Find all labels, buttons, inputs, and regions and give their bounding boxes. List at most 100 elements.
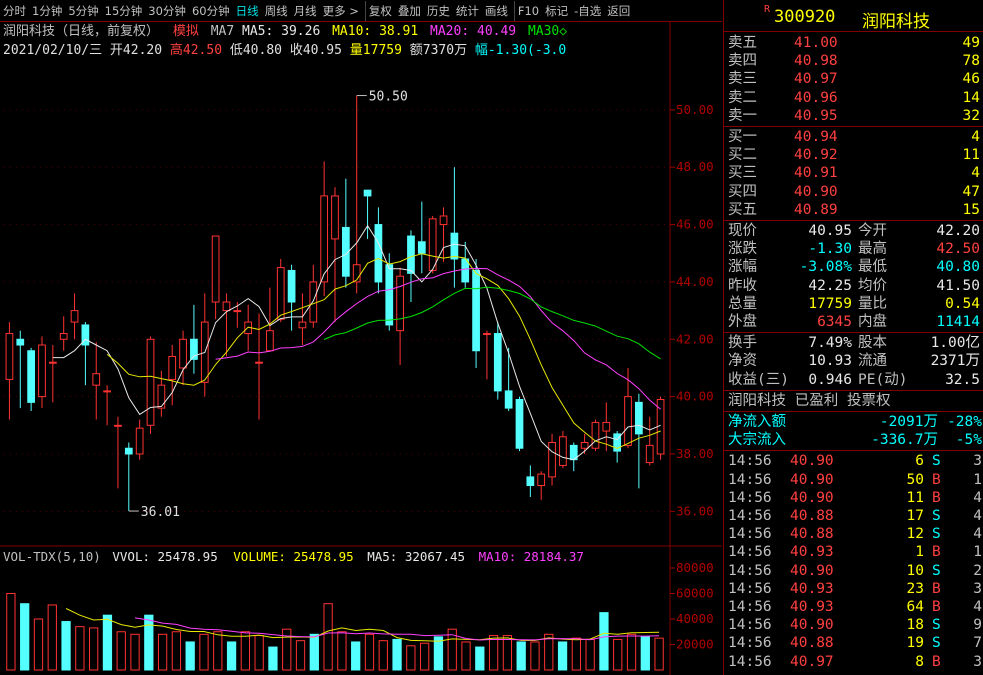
candle-body bbox=[233, 310, 242, 313]
volume-info-line: VOL-TDX(5,10) VVOL: 25478.95 VOLUME: 254… bbox=[3, 548, 584, 566]
vol-indicator-name[interactable]: VOL-TDX(5,10) bbox=[3, 549, 101, 564]
candle-body bbox=[92, 373, 101, 386]
volume-bar bbox=[488, 635, 499, 671]
toolbar-item-14[interactable]: 画线 bbox=[482, 1, 511, 21]
candle-body bbox=[526, 476, 535, 487]
sell-price: 41.00 bbox=[794, 35, 838, 51]
badge-r: R bbox=[764, 4, 771, 15]
tick-row: 14:56 40.97 8 B 3 bbox=[724, 653, 983, 671]
candle-body bbox=[59, 333, 68, 340]
candle-body bbox=[27, 350, 35, 403]
tick-time: 14:56 bbox=[728, 471, 772, 488]
volume-bar bbox=[240, 631, 250, 671]
toolbar-item-15[interactable]: F10 bbox=[513, 0, 542, 21]
sell-label: 卖四 bbox=[728, 53, 757, 70]
tick-side: S bbox=[932, 635, 941, 652]
toolbar-item-3[interactable]: 15分钟 bbox=[102, 1, 146, 21]
max-label: 50.50 bbox=[369, 90, 408, 105]
tick-time: 14:56 bbox=[728, 489, 772, 506]
ma5-label: MA5: 39.26 bbox=[242, 24, 321, 39]
stat-value: 0.946 bbox=[808, 371, 852, 388]
stock-title: 润阳科技（日线，前复权） bbox=[3, 24, 160, 39]
flow-row: 净流入额 -2091万 -28% bbox=[724, 413, 983, 431]
candle-body bbox=[266, 330, 274, 352]
toolbar-item-18[interactable]: 返回 bbox=[604, 1, 633, 21]
candle-body bbox=[38, 344, 46, 398]
candle-body bbox=[16, 338, 25, 346]
candle-body bbox=[428, 218, 437, 271]
sell-volume: 14 bbox=[962, 89, 980, 106]
toolbar-item-16[interactable]: 标记 bbox=[542, 1, 571, 21]
buy-price: 40.94 bbox=[794, 129, 838, 145]
toolbar-item-9[interactable]: 更多 > bbox=[320, 1, 362, 21]
toolbar-item-10[interactable]: 复权 bbox=[364, 0, 395, 21]
volume-bar bbox=[530, 641, 540, 671]
volume-bar bbox=[626, 633, 637, 671]
tick-side: B bbox=[932, 653, 941, 670]
volume-bar bbox=[640, 636, 650, 671]
candle-body bbox=[602, 421, 611, 432]
sell-price: 40.96 bbox=[794, 89, 838, 106]
tick-row: 14:56 40.90 50 B 1 bbox=[724, 471, 983, 489]
kline-chart-area[interactable]: 50.00 48.00 46.00 44.00 42.00 40.00 38.00 36.00… bbox=[0, 22, 722, 675]
candle-body bbox=[146, 338, 155, 426]
stats-row: 涨幅 -3.08% 最低 40.80 bbox=[724, 258, 983, 276]
candle-body bbox=[320, 195, 329, 283]
stats2-row: 换手 7.49% 股本 1.00亿 bbox=[724, 334, 983, 352]
bar-info-line: 2021/02/10/三 开42.20 高42.50 低40.80 收40.95… bbox=[3, 41, 566, 60]
toolbar-item-0[interactable]: 分时 bbox=[0, 1, 29, 21]
tick-volume: 11 bbox=[906, 489, 924, 506]
toolbar-item-8[interactable]: 月线 bbox=[291, 1, 320, 21]
candlestick-chart[interactable]: 50.00 48.00 46.00 44.00 42.00 40.00 38.00 36.00… bbox=[0, 22, 722, 675]
candle-body bbox=[179, 338, 187, 369]
candle-body bbox=[580, 442, 589, 449]
tick-side: B bbox=[932, 599, 941, 615]
buy-row: 买五 40.89 15 bbox=[724, 201, 983, 219]
sell-row: 卖五 41.00 49 bbox=[724, 34, 983, 52]
buy-row: 买三 40.91 4 bbox=[724, 164, 983, 182]
stat-label: 昨收 bbox=[728, 277, 757, 294]
toolbar-item-4[interactable]: 30分钟 bbox=[145, 1, 189, 21]
tick-side: S bbox=[932, 562, 941, 579]
stat-label: 总量 bbox=[728, 295, 757, 312]
profit-status[interactable]: 润阳科技 已盈利 投票权 bbox=[724, 392, 983, 410]
tick-price: 40.93 bbox=[790, 544, 834, 561]
mode-label[interactable]: 模拟 bbox=[173, 24, 199, 39]
volume-bar bbox=[309, 633, 319, 671]
quote-panel: R 300920 润阳科技 卖五 41.00 49 卖四 40.98 78 卖三 40.97 46 卖二… bbox=[723, 0, 983, 675]
stat-label: 换手 bbox=[728, 335, 757, 352]
stat-value: 17759 bbox=[808, 295, 852, 312]
stat-value: 11414 bbox=[936, 314, 980, 330]
toolbar-item-13[interactable]: 统计 bbox=[453, 1, 482, 21]
toolbar-item-7[interactable]: 周线 bbox=[262, 1, 291, 21]
tick-side: B bbox=[932, 489, 941, 506]
tick-side: B bbox=[932, 580, 941, 597]
toolbar-item-12[interactable]: 历史 bbox=[424, 1, 453, 21]
tick-price: 40.97 bbox=[790, 653, 834, 670]
tick-count: 3 bbox=[973, 453, 982, 470]
toolbar-item-17[interactable]: -自选 bbox=[571, 1, 604, 21]
sell-label: 卖三 bbox=[728, 71, 757, 88]
buy-row: 买四 40.90 47 bbox=[724, 183, 983, 201]
stat-label: PE(动) bbox=[858, 371, 908, 388]
candle-body bbox=[211, 235, 220, 303]
stat-label: 均价 bbox=[858, 277, 887, 294]
tick-time: 14:56 bbox=[728, 526, 772, 543]
candle-body bbox=[363, 189, 372, 197]
toolbar-item-6[interactable]: 日线 bbox=[233, 1, 262, 21]
stat-value: 42.20 bbox=[936, 223, 980, 239]
stat-value: 7.49% bbox=[808, 335, 852, 352]
candle-body bbox=[591, 421, 600, 449]
stat-label: 流通 bbox=[858, 353, 887, 370]
stat-value: 32.5 bbox=[945, 371, 980, 388]
toolbar-item-5[interactable]: 60分钟 bbox=[189, 1, 233, 21]
volume-bar bbox=[654, 637, 664, 671]
toolbar-item-2[interactable]: 5分钟 bbox=[65, 1, 101, 21]
bar-amount: 额7370万 bbox=[409, 43, 468, 58]
toolbar-item-11[interactable]: 叠加 bbox=[395, 1, 424, 21]
toolbar-item-1[interactable]: 1分钟 bbox=[29, 1, 65, 21]
volume-bar bbox=[599, 612, 609, 671]
volume-bar bbox=[585, 638, 595, 671]
candle-body bbox=[287, 269, 296, 303]
divider bbox=[724, 126, 983, 127]
